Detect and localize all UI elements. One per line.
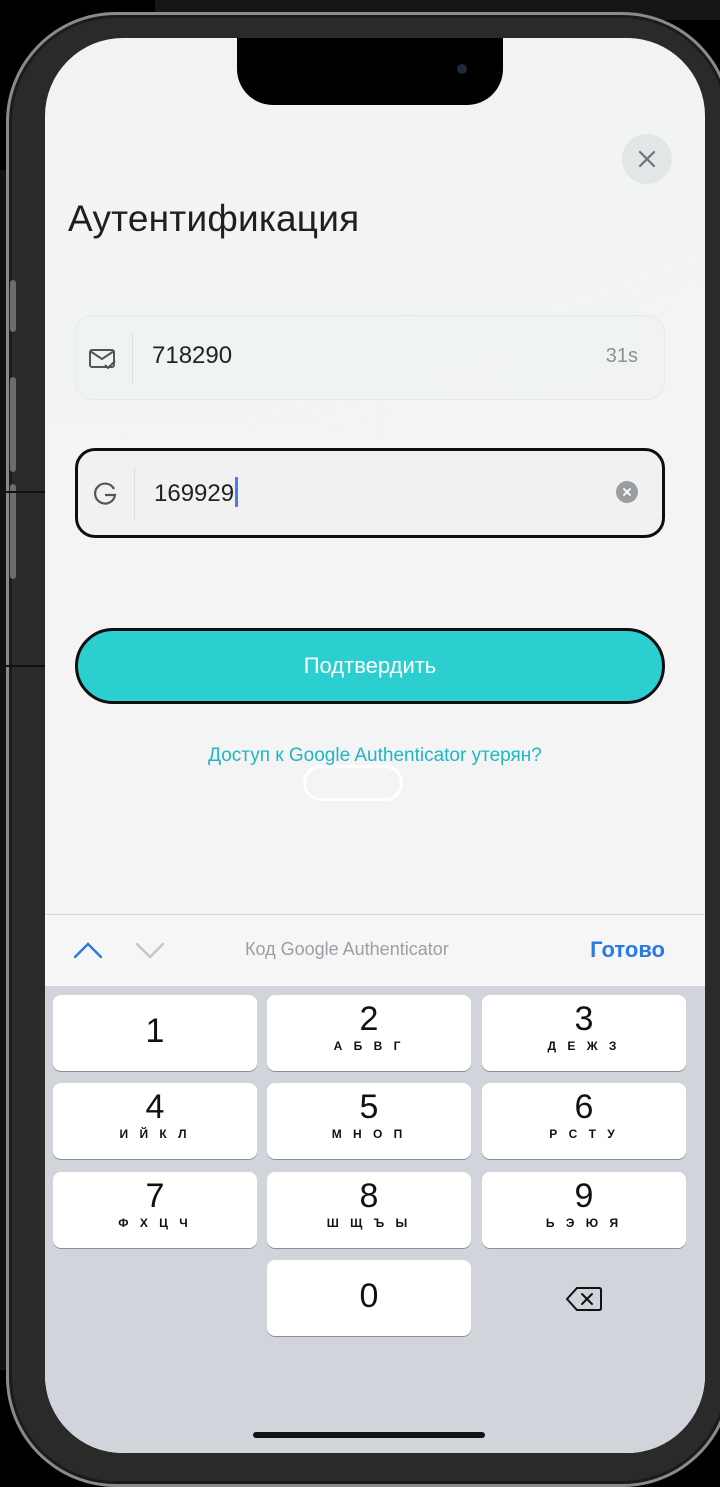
page-title: Аутентификация <box>68 198 360 239</box>
key-letters: А Б В Г <box>333 1039 405 1053</box>
key-number: 3 <box>574 1000 594 1038</box>
key-0[interactable]: 0 <box>267 1260 471 1336</box>
key-2[interactable]: 2 А Б В Г <box>267 995 471 1071</box>
clear-icon[interactable] <box>616 481 638 503</box>
chevron-up-icon[interactable] <box>73 935 103 965</box>
home-indicator <box>253 1432 485 1438</box>
key-letters: Ш Щ Ъ Ы <box>326 1216 412 1230</box>
key-7[interactable]: 7 Ф Х Ц Ч <box>53 1172 257 1248</box>
key-number: 4 <box>145 1088 165 1126</box>
key-8[interactable]: 8 Ш Щ Ъ Ы <box>267 1172 471 1248</box>
key-number: 8 <box>359 1177 379 1215</box>
key-number: 2 <box>359 1000 379 1038</box>
key-letters: И Й К Л <box>119 1127 191 1141</box>
numeric-keyboard: 1 2 А Б В Г 3 Д Е Ж З 4 И Й К Л 5 М Н О … <box>45 986 705 1453</box>
field-divider <box>134 467 135 519</box>
key-letters: Р С Т У <box>549 1127 619 1141</box>
camera-icon <box>457 64 467 74</box>
app-screen: Аутентификация 718290 31s 169929 Подтвер… <box>45 38 705 1453</box>
close-icon <box>638 150 656 168</box>
key-5[interactable]: 5 М Н О П <box>267 1083 471 1159</box>
notch <box>237 38 503 105</box>
key-number: 5 <box>359 1088 379 1126</box>
backspace-icon <box>565 1287 602 1311</box>
google-icon <box>90 479 120 509</box>
keyboard-toolbar: Код Google Authenticator Готово <box>45 914 705 987</box>
key-1[interactable]: 1 <box>53 995 257 1071</box>
email-code-value: 718290 <box>152 342 233 369</box>
key-number: 1 <box>145 1012 165 1050</box>
key-letters: Ь Э Ю Я <box>545 1216 623 1230</box>
lost-authenticator-link[interactable]: Доступ к Google Authenticator утерян? <box>45 745 705 767</box>
mute-switch <box>10 280 16 332</box>
tap-indicator <box>303 765 403 801</box>
google-auth-code-field[interactable]: 169929 <box>75 448 665 538</box>
key-number: 7 <box>145 1177 165 1215</box>
key-letters: Д Е Ж З <box>547 1039 621 1053</box>
key-number: 6 <box>574 1088 594 1126</box>
google-auth-code-value: 169929 <box>154 477 239 508</box>
close-button[interactable] <box>622 134 672 184</box>
keyboard-hint: Код Google Authenticator <box>245 939 449 959</box>
volume-up-button <box>10 377 16 472</box>
key-3[interactable]: 3 Д Е Ж З <box>482 995 686 1071</box>
chevron-down-icon[interactable] <box>135 935 165 965</box>
key-number: 0 <box>359 1277 379 1315</box>
key-letters: Ф Х Ц Ч <box>118 1216 192 1230</box>
key-9[interactable]: 9 Ь Э Ю Я <box>482 1172 686 1248</box>
key-6[interactable]: 6 Р С Т У <box>482 1083 686 1159</box>
key-number: 9 <box>574 1177 594 1215</box>
key-4[interactable]: 4 И Й К Л <box>53 1083 257 1159</box>
key-letters: М Н О П <box>331 1127 407 1141</box>
confirm-button[interactable]: Подтвердить <box>75 628 665 704</box>
volume-down-button <box>10 484 16 579</box>
mail-check-icon <box>88 344 118 374</box>
field-divider <box>132 332 133 384</box>
resend-timer: 31s <box>605 345 638 367</box>
email-code-field[interactable]: 718290 31s <box>75 315 665 400</box>
delete-key[interactable] <box>482 1261 686 1337</box>
done-button[interactable]: Готово <box>590 937 665 963</box>
text-cursor <box>235 477 239 507</box>
